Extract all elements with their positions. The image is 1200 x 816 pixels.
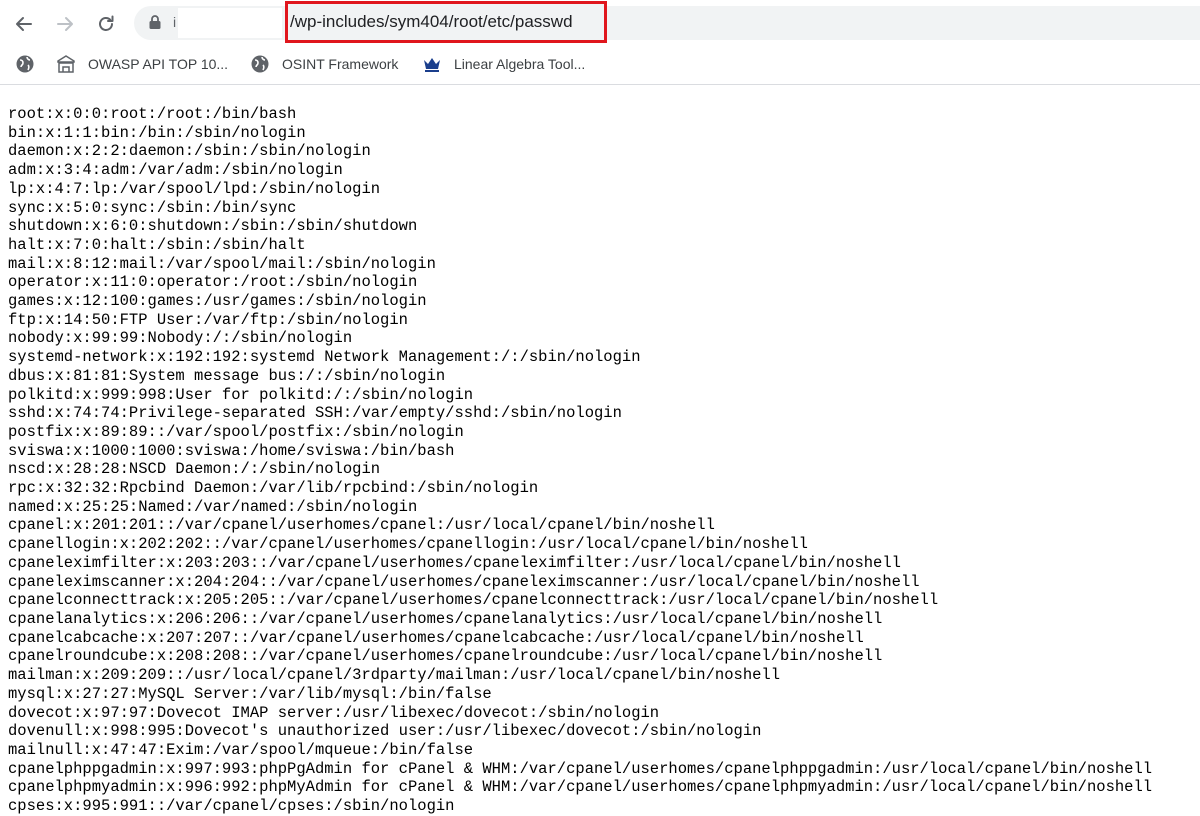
reload-icon bbox=[99, 15, 114, 31]
bookmark-label: OSINT Framework bbox=[282, 56, 399, 72]
passwd-line: cpaneleximfilter:x:203:203::/var/cpanel/… bbox=[8, 553, 901, 572]
forward-button[interactable] bbox=[48, 7, 82, 41]
bookmark-label: OWASP API TOP 10... bbox=[88, 56, 229, 72]
passwd-line: daemon:x:2:2:daemon:/sbin:/sbin/nologin bbox=[8, 142, 371, 161]
passwd-line: cpanellogin:x:202:202::/var/cpanel/userh… bbox=[8, 535, 808, 554]
passwd-line: cpanel:x:201:201::/var/cpanel/userhomes/… bbox=[8, 516, 715, 535]
passwd-line: operator:x:11:0:operator:/root:/sbin/nol… bbox=[8, 273, 418, 292]
passwd-line: shutdown:x:6:0:shutdown:/sbin:/sbin/shut… bbox=[8, 217, 418, 236]
passwd-line: cpanelphpmyadmin:x:996:992:phpMyAdmin fo… bbox=[8, 778, 1153, 797]
arrow-left-icon bbox=[16, 17, 32, 31]
passwd-line: dovecot:x:97:97:Dovecot IMAP server:/usr… bbox=[8, 703, 660, 722]
passwd-line: nscd:x:28:28:NSCD Daemon:/:/sbin/nologin bbox=[8, 460, 381, 479]
passwd-line: sshd:x:74:74:Privilege-separated SSH:/va… bbox=[8, 404, 622, 423]
bookmark-osint[interactable]: OSINT Framework bbox=[250, 52, 398, 76]
passwd-line: mail:x:8:12:mail:/var/spool/mail:/sbin/n… bbox=[8, 254, 436, 273]
passwd-line: cpanelcabcache:x:207:207::/var/cpanel/us… bbox=[8, 628, 864, 647]
passwd-line: cpanelroundcube:x:208:208::/var/cpanel/u… bbox=[8, 647, 883, 666]
lock-icon[interactable] bbox=[148, 14, 162, 30]
passwd-line: cpanelanalytics:x:206:206::/var/cpanel/u… bbox=[8, 609, 883, 628]
passwd-line: systemd-network:x:192:192:systemd Networ… bbox=[8, 348, 641, 367]
passwd-line: cpaneleximscanner:x:204:204::/var/cpanel… bbox=[8, 572, 920, 591]
passwd-line: named:x:25:25:Named:/var/named:/sbin/nol… bbox=[8, 497, 418, 516]
passwd-file-content: root:x:0:0:root:/root:/bin/bash bin:x:1:1… bbox=[8, 105, 1152, 816]
bookmark-linear-algebra[interactable]: Linear Algebra Tool... bbox=[422, 52, 585, 76]
passwd-line: lp:x:4:7:lp:/var/spool/lpd:/sbin/nologin bbox=[8, 179, 381, 198]
passwd-line: adm:x:3:4:adm:/var/adm:/sbin/nologin bbox=[8, 161, 343, 180]
passwd-line: sviswa:x:1000:1000:sviswa:/home/sviswa:/… bbox=[8, 441, 455, 460]
passwd-line: cpses:x:995:991::/var/cpanel/cpses:/sbin… bbox=[8, 797, 455, 816]
arrow-right-icon bbox=[57, 17, 73, 31]
passwd-line: postfix:x:89:89::/var/spool/postfix:/sbi… bbox=[8, 422, 464, 441]
passwd-line: polkitd:x:999:998:User for polkitd:/:/sb… bbox=[8, 385, 474, 404]
bookmark-owasp[interactable]: OWASP API TOP 10... bbox=[56, 52, 228, 76]
passwd-line: rpc:x:32:32:Rpcbind Daemon:/var/lib/rpcb… bbox=[8, 479, 539, 498]
url-path[interactable]: /wp-includes/sym404/root/etc/passwd bbox=[290, 12, 573, 32]
globe-icon bbox=[251, 55, 269, 73]
passwd-line: cpanelconnecttrack:x:205:205::/var/cpane… bbox=[8, 591, 939, 610]
passwd-line: cpanelphppgadmin:x:997:993:phpPgAdmin fo… bbox=[8, 759, 1153, 778]
back-button[interactable] bbox=[7, 7, 41, 41]
reload-button[interactable] bbox=[89, 7, 123, 41]
globe-icon bbox=[16, 55, 34, 73]
passwd-line: mysql:x:27:27:MySQL Server:/var/lib/mysq… bbox=[8, 684, 492, 703]
url-host: i bbox=[173, 14, 177, 30]
toolbar-divider bbox=[0, 84, 1200, 85]
bookmark-label: Linear Algebra Tool... bbox=[454, 56, 586, 72]
passwd-line: bin:x:1:1:bin:/bin:/sbin/nologin bbox=[8, 123, 306, 142]
redacted-host-region bbox=[178, 8, 282, 38]
browser-toolbar: i /wp-includes/sym404/root/etc/passwd bbox=[0, 0, 1200, 46]
passwd-line: dovenull:x:998:995:Dovecot's unauthorize… bbox=[8, 722, 762, 741]
passwd-line: mailman:x:209:209::/usr/local/cpanel/3rd… bbox=[8, 666, 781, 685]
passwd-line: ftp:x:14:50:FTP User:/var/ftp:/sbin/nolo… bbox=[8, 310, 408, 329]
passwd-line: mailnull:x:47:47:Exim:/var/spool/mqueue:… bbox=[8, 740, 474, 759]
bookmark-globe[interactable] bbox=[15, 52, 35, 76]
passwd-line: games:x:12:100:games:/usr/games:/sbin/no… bbox=[8, 292, 427, 311]
passwd-line: halt:x:7:0:halt:/sbin:/sbin/halt bbox=[8, 235, 306, 254]
building-icon bbox=[57, 55, 75, 73]
passwd-line: nobody:x:99:99:Nobody:/:/sbin/nologin bbox=[8, 329, 353, 348]
passwd-line: root:x:0:0:root:/root:/bin/bash bbox=[8, 105, 297, 123]
crown-icon bbox=[424, 58, 440, 72]
passwd-line: dbus:x:81:81:System message bus:/:/sbin/… bbox=[8, 366, 446, 385]
passwd-line: sync:x:5:0:sync:/sbin:/bin/sync bbox=[8, 198, 297, 217]
